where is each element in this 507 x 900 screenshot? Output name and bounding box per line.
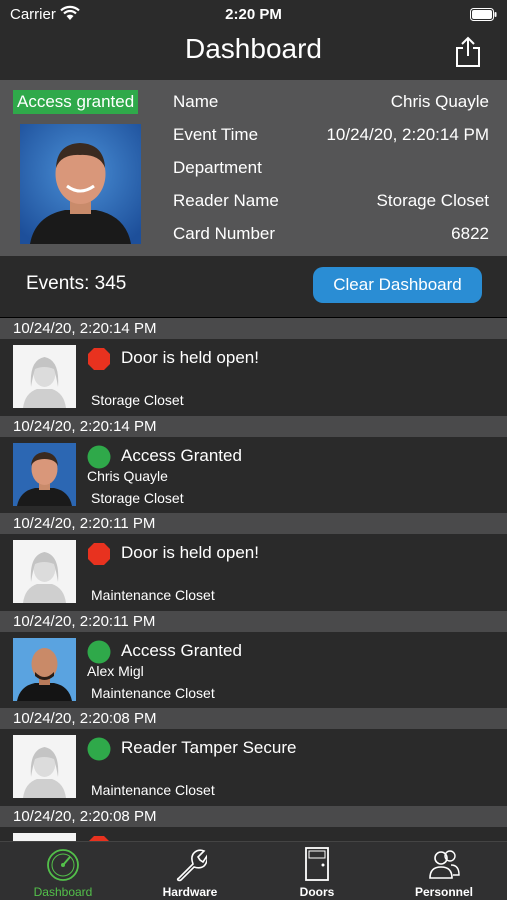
- access-status-badge: Access granted: [13, 90, 139, 114]
- tab-dashboard[interactable]: Dashboard: [0, 842, 126, 900]
- event-timestamp-header: 10/24/20, 2:20:11 PM: [0, 513, 507, 534]
- events-toolbar: Events: 345 Clear Dashboard: [0, 256, 507, 317]
- event-person: Chris Quayle: [87, 468, 168, 484]
- event-time-label: Event Time: [173, 125, 259, 144]
- person-avatar: [13, 638, 76, 701]
- event-title: Door is held open!: [121, 543, 259, 562]
- card-number-value: 6822: [451, 224, 489, 243]
- event-time-value: 10/24/20, 2:20:14 PM: [326, 125, 489, 144]
- alarm-icon: [88, 543, 110, 565]
- navigation-bar: Dashboard: [0, 30, 507, 80]
- person-photo: [20, 124, 141, 244]
- name-value: Chris Quayle: [390, 92, 489, 111]
- event-location: Maintenance Closet: [91, 782, 215, 798]
- granted-icon: [87, 445, 111, 469]
- event-person: Alex Migl: [87, 663, 144, 679]
- event-title: Access Granted: [121, 641, 242, 660]
- event-timestamp-header: 10/24/20, 2:20:08 PM: [0, 806, 507, 827]
- event-timestamp-header: 10/24/20, 2:20:14 PM: [0, 318, 507, 339]
- list-item[interactable]: Access Granted Alex Migl Maintenance Clo…: [0, 632, 507, 709]
- battery-icon: [470, 8, 497, 21]
- tab-hardware[interactable]: Hardware: [127, 842, 253, 900]
- placeholder-avatar: [13, 540, 76, 603]
- tab-bar: Dashboard Hardware Doors Personnel: [0, 841, 507, 900]
- event-timestamp-header: 10/24/20, 2:20:14 PM: [0, 416, 507, 437]
- clear-dashboard-button[interactable]: Clear Dashboard: [313, 267, 482, 303]
- list-item[interactable]: Door is held open! Storage Closet: [0, 339, 507, 416]
- event-location: Maintenance Closet: [91, 587, 215, 603]
- event-location: Storage Closet: [91, 392, 184, 408]
- event-title: Door is held open!: [121, 348, 259, 367]
- department-label: Department: [173, 158, 262, 177]
- list-item[interactable]: Access Granted Chris Quayle Storage Clos…: [0, 437, 507, 514]
- share-icon[interactable]: [455, 36, 481, 68]
- event-title: Reader Tamper Secure: [121, 738, 297, 757]
- card-number-label: Card Number: [173, 224, 276, 243]
- gauge-icon: [47, 849, 79, 881]
- people-icon: [429, 850, 460, 879]
- event-timestamp-header: 10/24/20, 2:20:08 PM: [0, 708, 507, 729]
- name-label: Name: [173, 92, 219, 111]
- event-timestamp-header: 10/24/20, 2:20:11 PM: [0, 611, 507, 632]
- list-item[interactable]: [0, 827, 507, 841]
- placeholder-avatar: [13, 833, 76, 841]
- event-title: Access Granted: [121, 446, 242, 465]
- tab-doors[interactable]: Doors: [254, 842, 380, 900]
- reader-name-label: Reader Name: [173, 191, 279, 210]
- alarm-icon: [88, 348, 110, 370]
- tab-label: Dashboard: [33, 885, 93, 899]
- granted-icon: [87, 640, 111, 664]
- granted-icon: [87, 737, 111, 761]
- tab-personnel[interactable]: Personnel: [381, 842, 507, 900]
- list-item[interactable]: Door is held open! Maintenance Closet: [0, 534, 507, 611]
- wrench-icon: [176, 849, 207, 882]
- event-location: Maintenance Closet: [91, 685, 215, 701]
- tab-label: Personnel: [414, 885, 474, 899]
- placeholder-avatar: [13, 345, 76, 408]
- status-bar: Carrier 2:20 PM: [0, 0, 507, 30]
- list-item[interactable]: Reader Tamper Secure Maintenance Closet: [0, 729, 507, 806]
- events-count: Events: 345: [26, 273, 127, 294]
- door-icon: [305, 847, 329, 881]
- person-avatar: [13, 443, 76, 506]
- tab-label: Doors: [299, 885, 335, 899]
- placeholder-avatar: [13, 735, 76, 798]
- status-time: 2:20 PM: [225, 6, 282, 23]
- event-location: Storage Closet: [91, 490, 184, 506]
- reader-name-value: Storage Closet: [376, 191, 489, 210]
- tab-label: Hardware: [162, 885, 218, 899]
- event-list[interactable]: 10/24/20, 2:20:14 PM Door is held open! …: [0, 318, 507, 841]
- page-title: Dashboard: [185, 33, 322, 64]
